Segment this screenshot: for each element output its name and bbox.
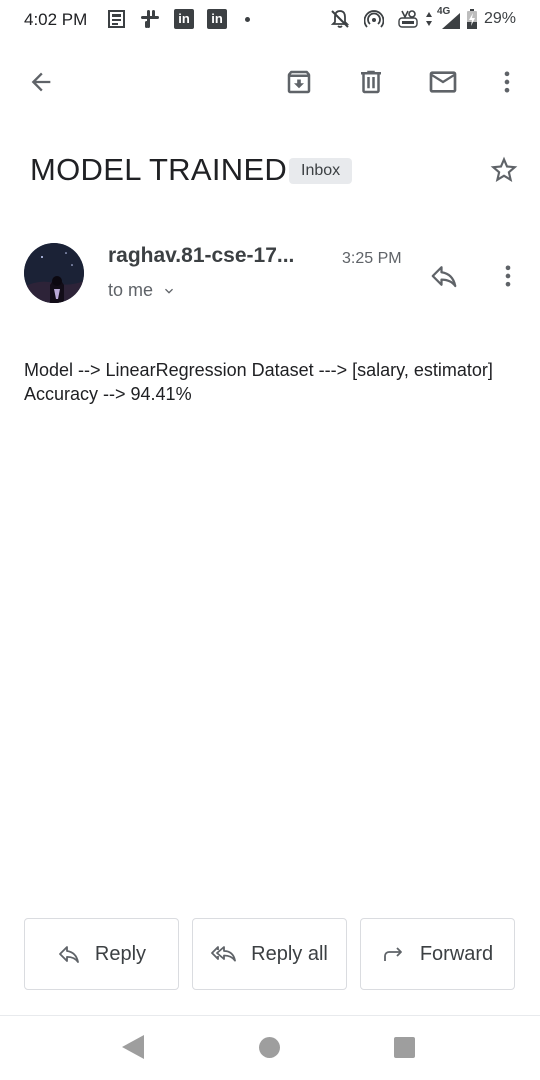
recipient-details-toggle[interactable]: to me: [108, 280, 177, 301]
star-icon: [490, 156, 518, 182]
message-more-button[interactable]: [488, 256, 528, 296]
volte-icon: [398, 9, 418, 29]
data-activity-icon: [424, 9, 434, 29]
delete-icon: [361, 70, 381, 94]
news-icon: [107, 9, 127, 29]
message-body: Model --> LinearRegression Dataset ---> …: [24, 360, 507, 404]
linkedin-icon: in: [174, 9, 194, 29]
nav-back-icon[interactable]: [122, 1035, 144, 1059]
battery-percentage: 29%: [484, 10, 517, 27]
status-time: 4:02 PM: [24, 10, 88, 29]
system-nav-bar: [0, 1015, 540, 1080]
back-button[interactable]: [19, 60, 63, 104]
reply-all-label: Reply all: [251, 942, 328, 965]
reply-icon: [431, 266, 457, 288]
battery-icon: [466, 9, 478, 29]
action-bar: [0, 52, 540, 112]
email-subject: MODEL TRAINED: [30, 152, 288, 187]
back-arrow-icon: [31, 72, 51, 92]
forward-button[interactable]: Forward: [360, 918, 515, 990]
inbox-label-chip[interactable]: Inbox: [289, 158, 353, 184]
linkedin-icon: in: [207, 9, 227, 29]
slack-icon: [140, 9, 160, 29]
more-vert-icon: [504, 71, 510, 93]
quick-reply-button[interactable]: [424, 256, 464, 296]
more-options-button[interactable]: [485, 60, 529, 104]
signal-icon: [441, 11, 461, 31]
reply-all-icon: [211, 946, 237, 962]
star-button[interactable]: [484, 150, 524, 190]
recipient-label: to me: [108, 280, 154, 300]
mark-unread-button[interactable]: [421, 60, 465, 104]
nav-home-icon[interactable]: [259, 1037, 280, 1058]
reply-all-button[interactable]: Reply all: [192, 918, 347, 990]
sender-name[interactable]: raghav.81-cse-17...: [108, 244, 294, 268]
notifications-off-icon: [330, 9, 350, 29]
reply-button[interactable]: Reply: [24, 918, 179, 990]
mark-unread-icon: [429, 71, 457, 93]
status-bar: 4:02 PM in in 4G 29%: [0, 0, 540, 40]
reply-icon: [59, 946, 79, 963]
forward-label: Forward: [419, 942, 494, 965]
notification-dot: [245, 17, 250, 22]
sent-time: 3:25 PM: [342, 250, 402, 267]
archive-icon: [287, 70, 311, 94]
avatar-image: [24, 243, 84, 303]
reply-label: Reply: [94, 942, 147, 965]
forward-icon: [383, 947, 402, 961]
more-vert-icon: [505, 265, 511, 287]
delete-button[interactable]: [349, 60, 393, 104]
sender-avatar[interactable]: [24, 243, 84, 303]
chevron-down-icon: [165, 288, 174, 294]
nav-recents-icon[interactable]: [394, 1037, 415, 1058]
hotspot-icon: [364, 9, 384, 29]
archive-button[interactable]: [277, 60, 321, 104]
